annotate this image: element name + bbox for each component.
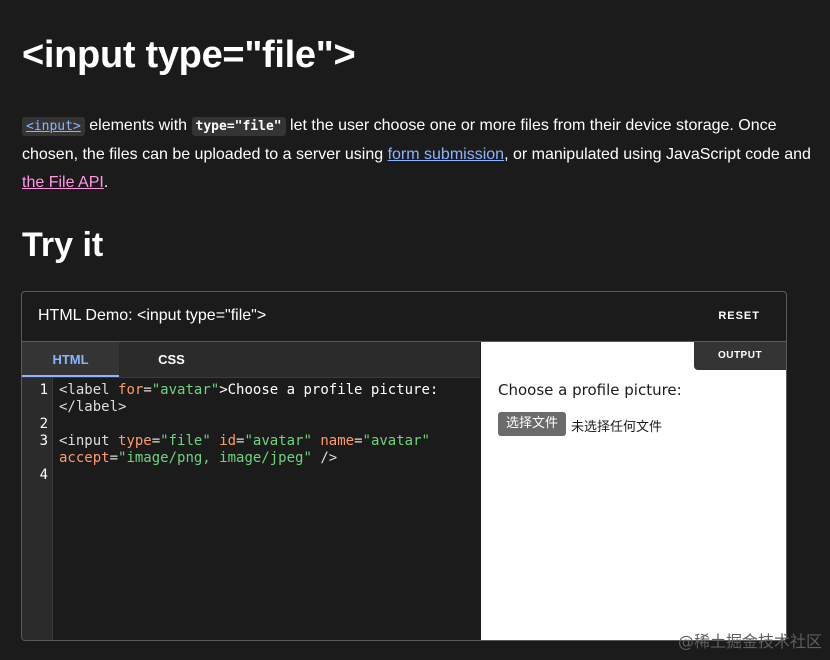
intro-text-1: elements with bbox=[84, 117, 192, 134]
code-line-1-wrap: </label> bbox=[59, 399, 127, 415]
editor-tabs: HTML CSS bbox=[22, 342, 480, 378]
profile-picture-label: Choose a profile picture: bbox=[498, 381, 682, 399]
input-element-link[interactable]: <input> bbox=[22, 117, 85, 136]
line-number: 1 bbox=[39, 382, 48, 398]
reset-button[interactable]: RESET bbox=[718, 310, 760, 322]
interactive-demo: HTML Demo: <input type="file"> RESET HTM… bbox=[21, 291, 787, 641]
intro-text-4: . bbox=[103, 174, 109, 191]
file-status-text: 未选择任何文件 bbox=[571, 420, 663, 435]
demo-header: HTML Demo: <input type="file"> RESET bbox=[22, 292, 786, 342]
page-title: <input type="file"> bbox=[22, 34, 356, 76]
line-number: 4 bbox=[39, 467, 48, 483]
intro-paragraph: <input> elements with type="file" let th… bbox=[22, 112, 812, 197]
watermark: @稀土掘金技术社区 bbox=[677, 632, 822, 651]
code-line-1: <label for="avatar">Choose a profile pic… bbox=[59, 382, 439, 398]
line-number-gutter: 1 2 3 4 bbox=[22, 378, 53, 640]
file-api-link[interactable]: the File API bbox=[22, 174, 104, 191]
code-area[interactable]: 1 2 3 4 <label for="avatar">Choose a pro… bbox=[22, 378, 480, 640]
output-panel: OUTPUT Choose a profile picture: 选择文件 未选… bbox=[481, 342, 786, 640]
form-submission-link[interactable]: form submission bbox=[388, 146, 504, 163]
section-title: Try it bbox=[22, 226, 104, 264]
code-line-3: <input type="file" id="avatar" name="ava… bbox=[59, 433, 430, 449]
code-line-3-wrap: accept="image/png, image/jpeg" /> bbox=[59, 450, 338, 466]
code-editor: HTML CSS 1 2 3 4 <label for="avatar">Cho… bbox=[22, 342, 480, 640]
choose-file-button[interactable]: 选择文件 bbox=[498, 412, 567, 436]
tab-html[interactable]: HTML bbox=[22, 342, 119, 377]
intro-text-3: , or manipulated using JavaScript code a… bbox=[504, 146, 811, 163]
output-badge: OUTPUT bbox=[694, 342, 786, 370]
demo-title: HTML Demo: <input type="file"> bbox=[38, 307, 267, 324]
type-file-code: type="file" bbox=[191, 117, 286, 136]
line-number: 2 bbox=[39, 416, 48, 432]
tab-css[interactable]: CSS bbox=[119, 342, 224, 377]
line-number: 3 bbox=[39, 433, 48, 449]
